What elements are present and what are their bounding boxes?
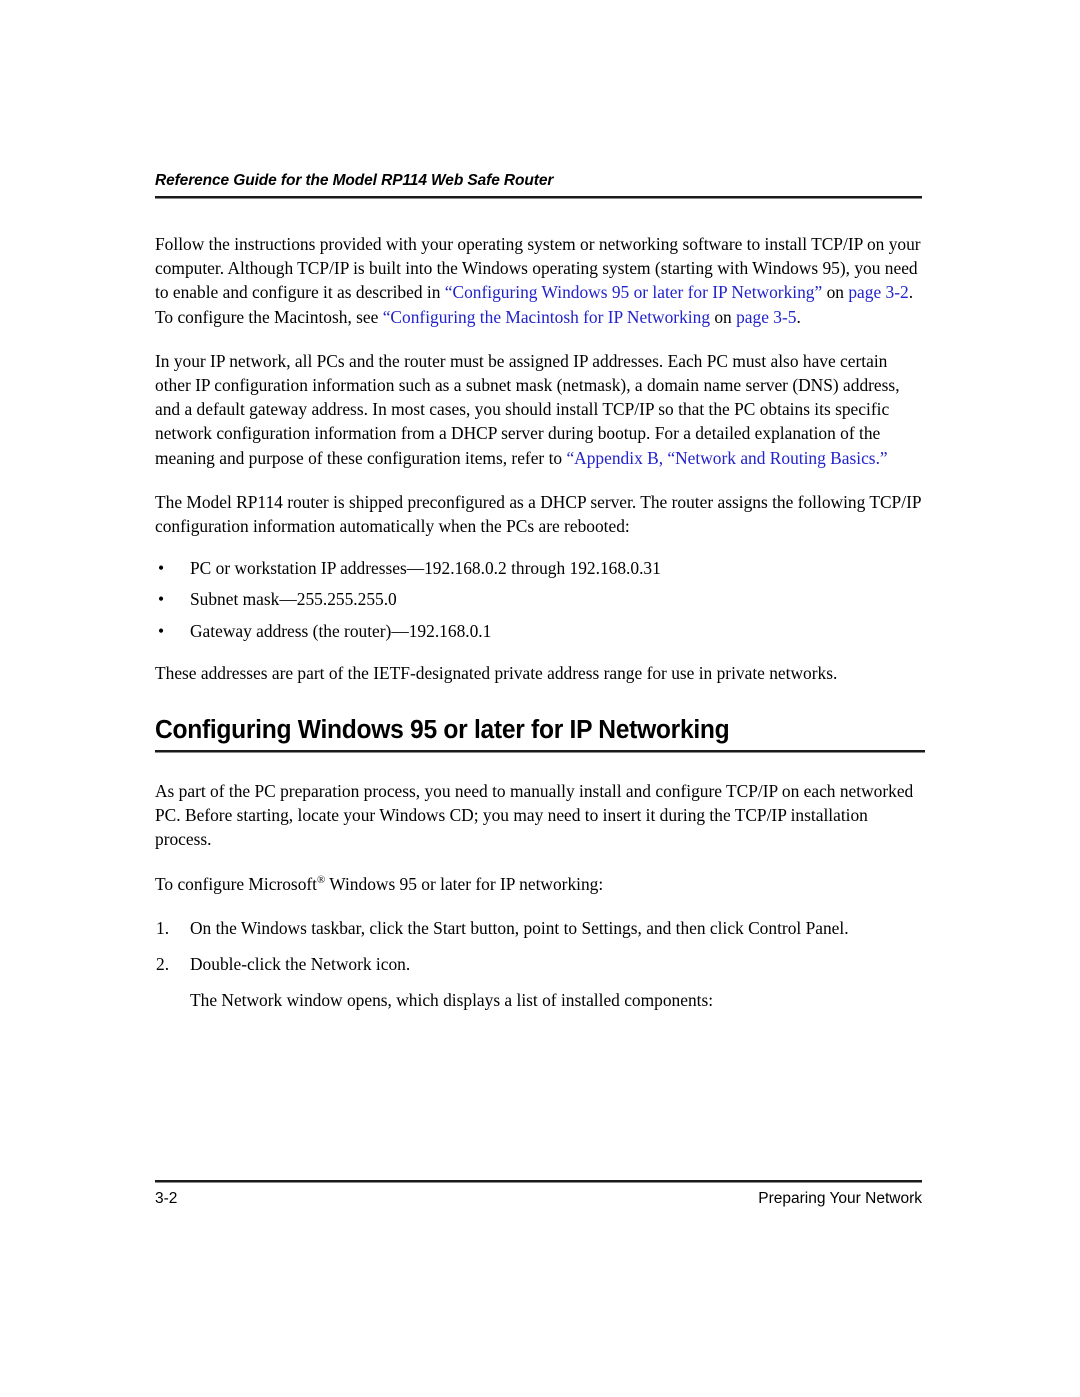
link-appendix-b-network-routing-basics[interactable]: “Appendix B, “Network and Routing Basics… [566, 448, 887, 468]
list-item-label: Gateway address (the router)—192.168.0.1 [190, 620, 492, 641]
dhcp-settings-list: • PC or workstation IP addresses—192.168… [155, 556, 925, 643]
page-content: Follow the instructions provided with yo… [155, 232, 925, 1012]
list-item: 2. Double-click the Network icon. [155, 952, 925, 976]
page-header: Reference Guide for the Model RP114 Web … [155, 172, 922, 199]
paragraph-ip-configuration: In your IP network, all PCs and the rout… [155, 349, 925, 470]
step-number: 2. [156, 954, 170, 975]
section-heading-block: Configuring Windows 95 or later for IP N… [155, 715, 925, 754]
list-item: • Gateway address (the router)—192.168.0… [155, 619, 925, 643]
document-page: Reference Guide for the Model RP114 Web … [0, 0, 1080, 1397]
list-item-label: Subnet mask—255.255.255.0 [190, 589, 397, 610]
paragraph-pc-preparation: As part of the PC preparation process, y… [155, 781, 914, 850]
bullet-icon: • [158, 589, 165, 610]
bullet-icon: • [158, 620, 165, 641]
para1-segment-2: on [822, 282, 849, 303]
step-text: On the Windows taskbar, click the Start … [190, 917, 849, 938]
configure-intro-before: To configure Microsoft [155, 873, 318, 894]
link-configuring-macintosh[interactable]: “Configuring the Macintosh for IP Networ… [383, 307, 710, 327]
running-header-title: Reference Guide for the Model RP114 Web … [155, 172, 554, 189]
paragraph-tcpip-install: Follow the instructions provided with yo… [155, 232, 925, 329]
configure-intro-after: Windows 95 or later for IP networking: [325, 873, 604, 894]
footer-rule [155, 1180, 922, 1183]
page-title: Configuring Windows 95 or later for IP N… [155, 716, 730, 745]
registered-trademark-icon: ® [317, 873, 326, 886]
para1-segment-5: . [796, 306, 801, 327]
paragraph-ietf-private-range: These addresses are part of the IETF-des… [155, 662, 838, 683]
link-page-3-2[interactable]: page 3-2 [848, 282, 908, 302]
header-rule [155, 196, 922, 199]
step-number: 1. [156, 917, 170, 938]
list-item: • PC or workstation IP addresses—192.168… [155, 556, 925, 580]
section-heading-rule [155, 750, 925, 754]
paragraph-dhcp-server: The Model RP114 router is shipped precon… [155, 491, 921, 537]
list-item-label: PC or workstation IP addresses—192.168.0… [190, 558, 661, 579]
link-configuring-windows-95[interactable]: “Configuring Windows 95 or later for IP … [445, 282, 822, 302]
list-item: • Subnet mask—255.255.255.0 [155, 587, 925, 611]
link-page-3-5[interactable]: page 3-5 [736, 307, 796, 327]
footer-page-number: 3-2 [155, 1190, 178, 1207]
list-item: 1. On the Windows taskbar, click the Sta… [155, 916, 925, 940]
bullet-icon: • [158, 558, 165, 579]
para1-segment-4: on [710, 306, 737, 327]
footer-row: 3-2 Preparing Your Network [155, 1190, 922, 1208]
step-text: Double-click the Network icon. [190, 954, 411, 975]
configuration-steps-list: 1. On the Windows taskbar, click the Sta… [155, 916, 925, 976]
page-footer: 3-2 Preparing Your Network [155, 1180, 922, 1208]
footer-section-name: Preparing Your Network [758, 1190, 922, 1207]
paragraph-configure-intro: To configure Microsoft® Windows 95 or la… [155, 872, 925, 896]
paragraph-network-window-result: The Network window opens, which displays… [190, 990, 714, 1011]
